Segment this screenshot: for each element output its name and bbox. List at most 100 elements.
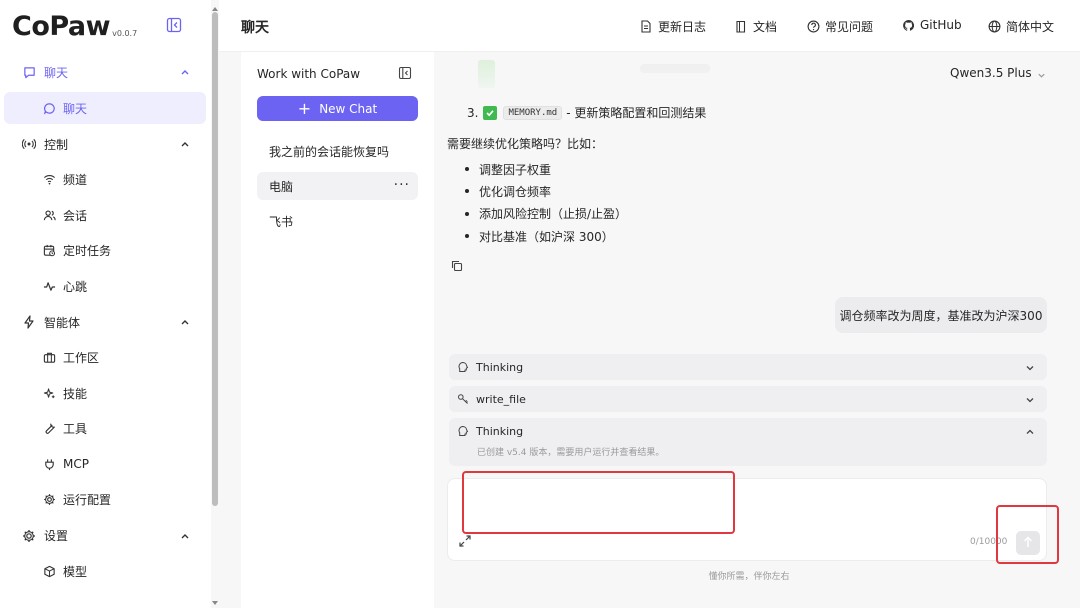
- accordion-header[interactable]: Thinking: [449, 418, 1047, 444]
- page-title: 聊天: [241, 20, 269, 36]
- chevron-down-icon: [1037, 69, 1046, 78]
- message-input[interactable]: [462, 485, 1032, 533]
- chat-list-item-selected[interactable]: 电脑 ···: [257, 172, 418, 200]
- nav-group-label: 聊天: [44, 65, 69, 80]
- faq-link[interactable]: 常见问题: [807, 18, 873, 35]
- thinking-accordion-expanded: Thinking 已创建 v5.4 版本，需要用户运行并查看结果。: [449, 418, 1047, 466]
- model-selector[interactable]: Qwen3.5 Plus: [950, 66, 1046, 80]
- globe-icon: [988, 20, 1001, 33]
- header-link-label: 更新日志: [658, 20, 707, 34]
- bullet-dot: [465, 167, 469, 172]
- sidebar-item-label: MCP: [63, 457, 89, 472]
- expand-icon[interactable]: [458, 534, 472, 548]
- chat-list-item[interactable]: 飞书: [257, 207, 418, 235]
- bullet-dot: [465, 211, 469, 216]
- header-link-label: 文档: [753, 20, 778, 34]
- accordion-label: Thinking: [476, 424, 524, 438]
- model-name: Qwen3.5 Plus: [950, 66, 1032, 80]
- panel-collapse-icon[interactable]: [398, 66, 412, 80]
- sidebar-item-mcp[interactable]: MCP: [0, 447, 210, 483]
- cube-icon: [42, 564, 56, 578]
- scroll-up-arrow-icon[interactable]: [211, 2, 219, 11]
- docs-link[interactable]: 文档: [735, 18, 777, 35]
- sidebar-item-label: 工具: [63, 422, 88, 437]
- sidebar-item-scheduled-tasks[interactable]: 定时任务: [0, 233, 210, 269]
- chat-list-item-label: 飞书: [269, 214, 294, 229]
- chevron-up-icon: [180, 316, 190, 326]
- scroll-down-arrow-icon[interactable]: [211, 596, 219, 605]
- nav-group-chat[interactable]: 聊天: [0, 54, 210, 90]
- bullet-dot: [465, 189, 469, 194]
- list-item: 调整因子权重: [465, 158, 627, 180]
- sidebar-item-run-config[interactable]: 运行配置: [0, 482, 210, 518]
- plus-icon: +: [297, 98, 312, 118]
- chevron-up-icon: [180, 530, 190, 540]
- sidebar: CoPaw v0.0.7 聊天 聊天 控制 频道 会话 定时任务 心跳 智能体 …: [0, 0, 210, 608]
- new-chat-button[interactable]: + New Chat: [257, 96, 418, 121]
- list-item-text: 调整因子权重: [479, 162, 552, 177]
- header-link-label: 简体中文: [1006, 20, 1055, 34]
- doc-icon: [640, 20, 653, 33]
- brain-icon: [457, 425, 469, 437]
- inline-code: MEMORY.md: [503, 105, 563, 120]
- nav-group-agent[interactable]: 智能体: [0, 304, 210, 340]
- thinking-accordion[interactable]: Thinking: [449, 354, 1047, 380]
- sidebar-item-label: 运行配置: [63, 493, 112, 508]
- github-icon: [902, 19, 915, 32]
- chevron-down-icon: [1025, 395, 1035, 405]
- arrow-up-icon: [1023, 536, 1033, 551]
- sidebar-item-models[interactable]: 模型: [0, 554, 210, 590]
- sparkles-icon: [42, 386, 56, 400]
- chevron-up-icon: [180, 66, 190, 76]
- header-link-label: GitHub: [920, 18, 962, 32]
- language-selector[interactable]: 简体中文: [988, 18, 1054, 35]
- sidebar-item-sessions[interactable]: 会话: [0, 198, 210, 234]
- book-icon: [735, 20, 748, 33]
- wrench-icon: [42, 422, 56, 436]
- write-file-accordion[interactable]: write_file: [449, 386, 1047, 412]
- more-options-icon[interactable]: ···: [394, 177, 410, 193]
- sidebar-item-tools[interactable]: 工具: [0, 411, 210, 447]
- suggestion-list: 调整因子权重 优化调仓频率 添加风险控制（止损/止盈） 对比基准（如沪深 300…: [465, 158, 627, 247]
- copy-icon[interactable]: [451, 260, 463, 272]
- user-message-bubble: 调仓频率改为周度，基准改为沪深300: [835, 297, 1047, 333]
- message-composer: 0/10000: [447, 478, 1047, 561]
- sidebar-item-chat[interactable]: 聊天: [4, 92, 206, 124]
- chat-list-item[interactable]: 我之前的会话能恢复吗: [257, 137, 418, 165]
- key-icon: [457, 393, 469, 405]
- app-version: v0.0.7: [112, 29, 138, 38]
- nav-group-control[interactable]: 控制: [0, 126, 210, 162]
- nav-group-label: 控制: [44, 137, 69, 152]
- logo-text: CoPaw: [12, 11, 111, 42]
- sidebar-item-skills[interactable]: 技能: [0, 376, 210, 412]
- chat-list-item-label: 电脑: [269, 179, 294, 194]
- broadcast-icon: [22, 137, 36, 151]
- app-logo[interactable]: CoPaw v0.0.7: [12, 8, 137, 44]
- sidebar-item-channels[interactable]: 频道: [0, 162, 210, 198]
- settings-icon: [22, 529, 36, 543]
- nav-group-settings[interactable]: 设置: [0, 518, 210, 554]
- send-button[interactable]: [1016, 531, 1040, 555]
- sidebar-scrollbar-thumb[interactable]: [212, 12, 218, 506]
- bullet-dot: [465, 234, 469, 239]
- changelog-link[interactable]: 更新日志: [640, 18, 706, 35]
- list-item-text: 对比基准（如沪深 300）: [479, 229, 614, 244]
- sidebar-item-workspace[interactable]: 工作区: [0, 340, 210, 376]
- sidebar-item-label: 频道: [63, 173, 88, 188]
- help-icon: [807, 20, 820, 33]
- thinking-detail: 已创建 v5.4 版本，需要用户运行并查看结果。: [477, 448, 665, 458]
- sidebar-collapse-icon[interactable]: [166, 17, 182, 33]
- character-counter: 0/10000: [970, 537, 1008, 547]
- step-line: 3. MEMORY.md - 更新策略配置和回测结果: [467, 104, 706, 121]
- gear-icon: [42, 493, 56, 507]
- sidebar-item-heartbeat[interactable]: 心跳: [0, 269, 210, 305]
- sidebar-item-label: 工作区: [63, 351, 100, 366]
- sidebar-item-label: 模型: [63, 564, 88, 579]
- chat-list-panel: Work with CoPaw + New Chat 我之前的会话能恢复吗 电脑…: [241, 52, 434, 608]
- activity-icon: [42, 279, 56, 293]
- chat-bubble-icon: [22, 65, 36, 79]
- new-chat-label: New Chat: [319, 101, 378, 116]
- list-item: 优化调仓频率: [465, 180, 627, 202]
- sidebar-nav: 聊天 聊天 控制 频道 会话 定时任务 心跳 智能体 工作区 技能 工具 MCP…: [0, 54, 210, 589]
- github-link[interactable]: GitHub: [902, 18, 962, 32]
